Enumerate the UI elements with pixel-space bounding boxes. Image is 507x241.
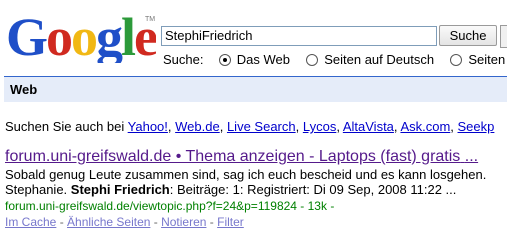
also-link-yahoo[interactable]: Yahoo! [128,119,168,134]
result-title-ellipsis[interactable]: ... [465,148,478,165]
also-search-row: Suchen Sie auch bei Yahoo!, Web.de, Live… [5,119,495,134]
advanced-search-button-partial[interactable] [500,25,507,48]
also-link-ask[interactable]: Ask.com [400,119,450,134]
search-scope: Suche: Das Web Seiten auf Deutsch Seiten… [163,51,507,67]
similar-pages-link[interactable]: Ähnliche Seiten [67,215,150,229]
also-link-altavista[interactable]: AltaVista [343,119,394,134]
result-snippet-line-2: Stephanie. Stephi Friedrich: Beiträge: 1… [5,182,456,197]
results-header-bar: Web [4,76,507,102]
notes-link[interactable]: Notieren [161,215,206,229]
scope-option-web[interactable]: Das Web [237,52,290,67]
result-title-link[interactable]: forum.uni-greifswald.de • Thema anzeigen… [5,148,478,166]
search-input[interactable] [161,26,437,46]
svg-text:Google: Google [6,7,156,63]
google-logo-image: Google TM [6,7,156,63]
search-button[interactable]: Suche [439,25,497,46]
also-link-live-search[interactable]: Live Search [227,119,296,134]
tab-web: Web [10,82,38,97]
scope-radio-web[interactable] [218,53,231,66]
also-link-lycos[interactable]: Lycos [303,119,336,134]
snippet-highlight: Stephi Friedrich [70,182,170,197]
also-link-webde[interactable]: Web.de [175,119,220,134]
also-search-label: Suchen Sie auch bei [5,119,125,134]
filter-link[interactable]: Filter [217,215,244,229]
google-logo[interactable]: Google TM [4,3,156,63]
result-title-text[interactable]: forum.uni-greifswald.de • Thema anzeigen… [5,148,460,165]
result-snippet-line-1: Sobald genug Leute zusammen sind, sag ic… [5,167,487,182]
snippet-prefix: Stephanie. [5,182,71,197]
result-url: forum.uni-greifswald.de/viewtopic.php?f=… [5,199,335,213]
result-action-links: Im Cache - Ähnliche Seiten - Notieren - … [5,215,244,229]
scope-radio-german[interactable] [306,53,319,66]
snippet-suffix: : Beiträge: 1: Registriert: Di 09 Sep, 2… [169,182,457,197]
scope-option-country[interactable]: Seiten au [468,52,507,67]
scope-label: Suche: [163,52,204,68]
scope-radio-country[interactable] [450,53,463,66]
cache-link[interactable]: Im Cache [5,215,56,229]
trademark-mark: TM [145,16,155,23]
also-link-seekport[interactable]: Seekp [458,119,495,134]
scope-option-german[interactable]: Seiten auf Deutsch [324,52,434,67]
